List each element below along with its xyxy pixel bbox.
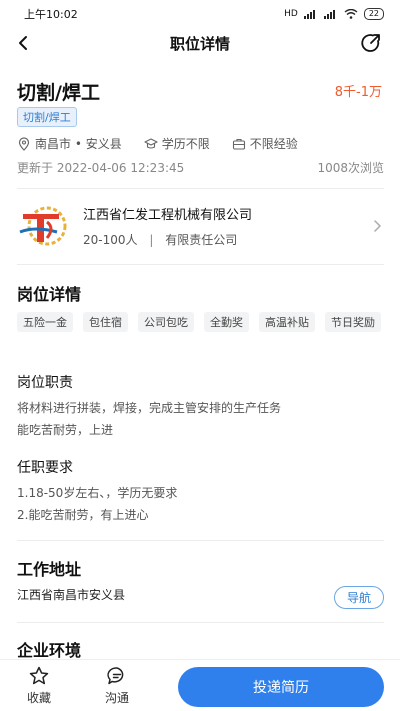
duty-title: 岗位职责 bbox=[17, 375, 73, 391]
experience-text: 不限经验 bbox=[249, 137, 298, 151]
duty-description: 将材料进行拼装，焊接，完成主管安排的生产任务 能吃苦耐劳，上进 bbox=[17, 397, 384, 441]
star-icon bbox=[29, 666, 49, 685]
status-icons: HD 22 bbox=[284, 8, 384, 20]
address-section-title: 工作地址 bbox=[17, 560, 82, 579]
apply-resume-button[interactable]: 投递简历 bbox=[178, 667, 384, 707]
favorite-label: 收藏 bbox=[26, 691, 51, 705]
company-logo bbox=[19, 206, 67, 246]
chat-label: 沟通 bbox=[104, 691, 129, 705]
update-row: 更新于 2022-04-06 12:23:45 1008次浏览 bbox=[17, 159, 384, 176]
meta-location: 南昌市 • 安义县 bbox=[17, 135, 122, 152]
company-name: 江西省仁发工程机械有限公司 bbox=[83, 208, 253, 223]
job-title: 切割/焊工 bbox=[17, 82, 100, 104]
status-bar: 上午10:02 HD 22 bbox=[0, 0, 400, 28]
company-separator: | bbox=[149, 233, 154, 247]
job-category-tag: 切割/焊工 bbox=[17, 107, 77, 127]
requirement-line: 1.18-50岁左右、，学历无要求 bbox=[17, 486, 178, 500]
benefit-tag: 公司包吃 bbox=[138, 312, 194, 332]
requirements-description: 1.18-50岁左右、，学历无要求 2.能吃苦耐劳，有上进心 bbox=[17, 482, 384, 526]
company-card[interactable]: 江西省仁发工程机械有限公司 20-100人 | 有限责任公司 bbox=[17, 197, 384, 255]
divider bbox=[17, 188, 384, 189]
back-arrow-icon[interactable] bbox=[14, 33, 34, 53]
bottom-action-bar: 收藏 沟通 投递简历 bbox=[0, 659, 400, 711]
benefit-tags: 五险一金 包住宿 公司包吃 全勤奖 高温补贴 节日奖励 bbox=[17, 312, 384, 332]
graduation-cap-icon bbox=[144, 137, 158, 149]
company-type: 有限责任公司 bbox=[165, 233, 238, 247]
divider bbox=[17, 622, 384, 623]
battery-icon: 22 bbox=[363, 8, 384, 20]
work-address: 江西省南昌市安义县 bbox=[17, 588, 126, 602]
nav-bar: 职位详情 bbox=[0, 28, 400, 58]
environment-section-title: 企业环境 bbox=[17, 641, 82, 660]
view-count: 1008次浏览 bbox=[317, 161, 384, 175]
signal-icon bbox=[303, 10, 315, 19]
favorite-button[interactable]: 收藏 bbox=[0, 665, 78, 706]
salary: 8千-1万 bbox=[334, 85, 382, 100]
requirements-title: 任职要求 bbox=[17, 460, 73, 476]
share-icon[interactable] bbox=[360, 32, 382, 54]
meta-experience: 不限经验 bbox=[232, 135, 298, 152]
update-time: 更新于 2022-04-06 12:23:45 bbox=[17, 161, 185, 175]
divider bbox=[17, 264, 384, 265]
location-text: 南昌市 • 安义县 bbox=[35, 137, 122, 151]
status-time: 上午10:02 bbox=[24, 8, 78, 21]
meta-education: 学历不限 bbox=[144, 135, 210, 152]
signal-icon-2 bbox=[323, 10, 335, 19]
benefit-tag: 全勤奖 bbox=[204, 312, 249, 332]
briefcase-icon bbox=[232, 138, 245, 150]
divider bbox=[17, 540, 384, 541]
chat-bubble-icon bbox=[107, 667, 124, 685]
navigate-button[interactable]: 导航 bbox=[333, 586, 384, 609]
details-section-title: 岗位详情 bbox=[17, 285, 82, 304]
benefit-tag: 包住宿 bbox=[83, 312, 128, 332]
chevron-right-icon bbox=[374, 220, 381, 232]
company-subinfo: 20-100人 | 有限责任公司 bbox=[83, 231, 370, 248]
page-title: 职位详情 bbox=[169, 34, 230, 53]
education-text: 学历不限 bbox=[161, 137, 210, 151]
wifi-icon bbox=[344, 9, 358, 19]
location-pin-icon bbox=[18, 136, 30, 151]
duty-line: 能吃苦耐劳，上进 bbox=[17, 423, 114, 437]
benefit-tag: 五险一金 bbox=[17, 312, 73, 332]
benefit-tag: 节日奖励 bbox=[325, 312, 381, 332]
chat-button[interactable]: 沟通 bbox=[78, 665, 156, 706]
company-size: 20-100人 bbox=[83, 233, 138, 247]
job-meta-row: 南昌市 • 安义县 学历不限 不限经验 bbox=[17, 135, 320, 152]
hd-signal-label: HD bbox=[284, 9, 298, 19]
benefit-tag: 高温补贴 bbox=[259, 312, 315, 332]
duty-line: 将材料进行拼装，焊接，完成主管安排的生产任务 bbox=[17, 401, 282, 415]
company-info: 江西省仁发工程机械有限公司 20-100人 | 有限责任公司 bbox=[83, 204, 370, 248]
requirement-line: 2.能吃苦耐劳，有上进心 bbox=[17, 508, 149, 522]
